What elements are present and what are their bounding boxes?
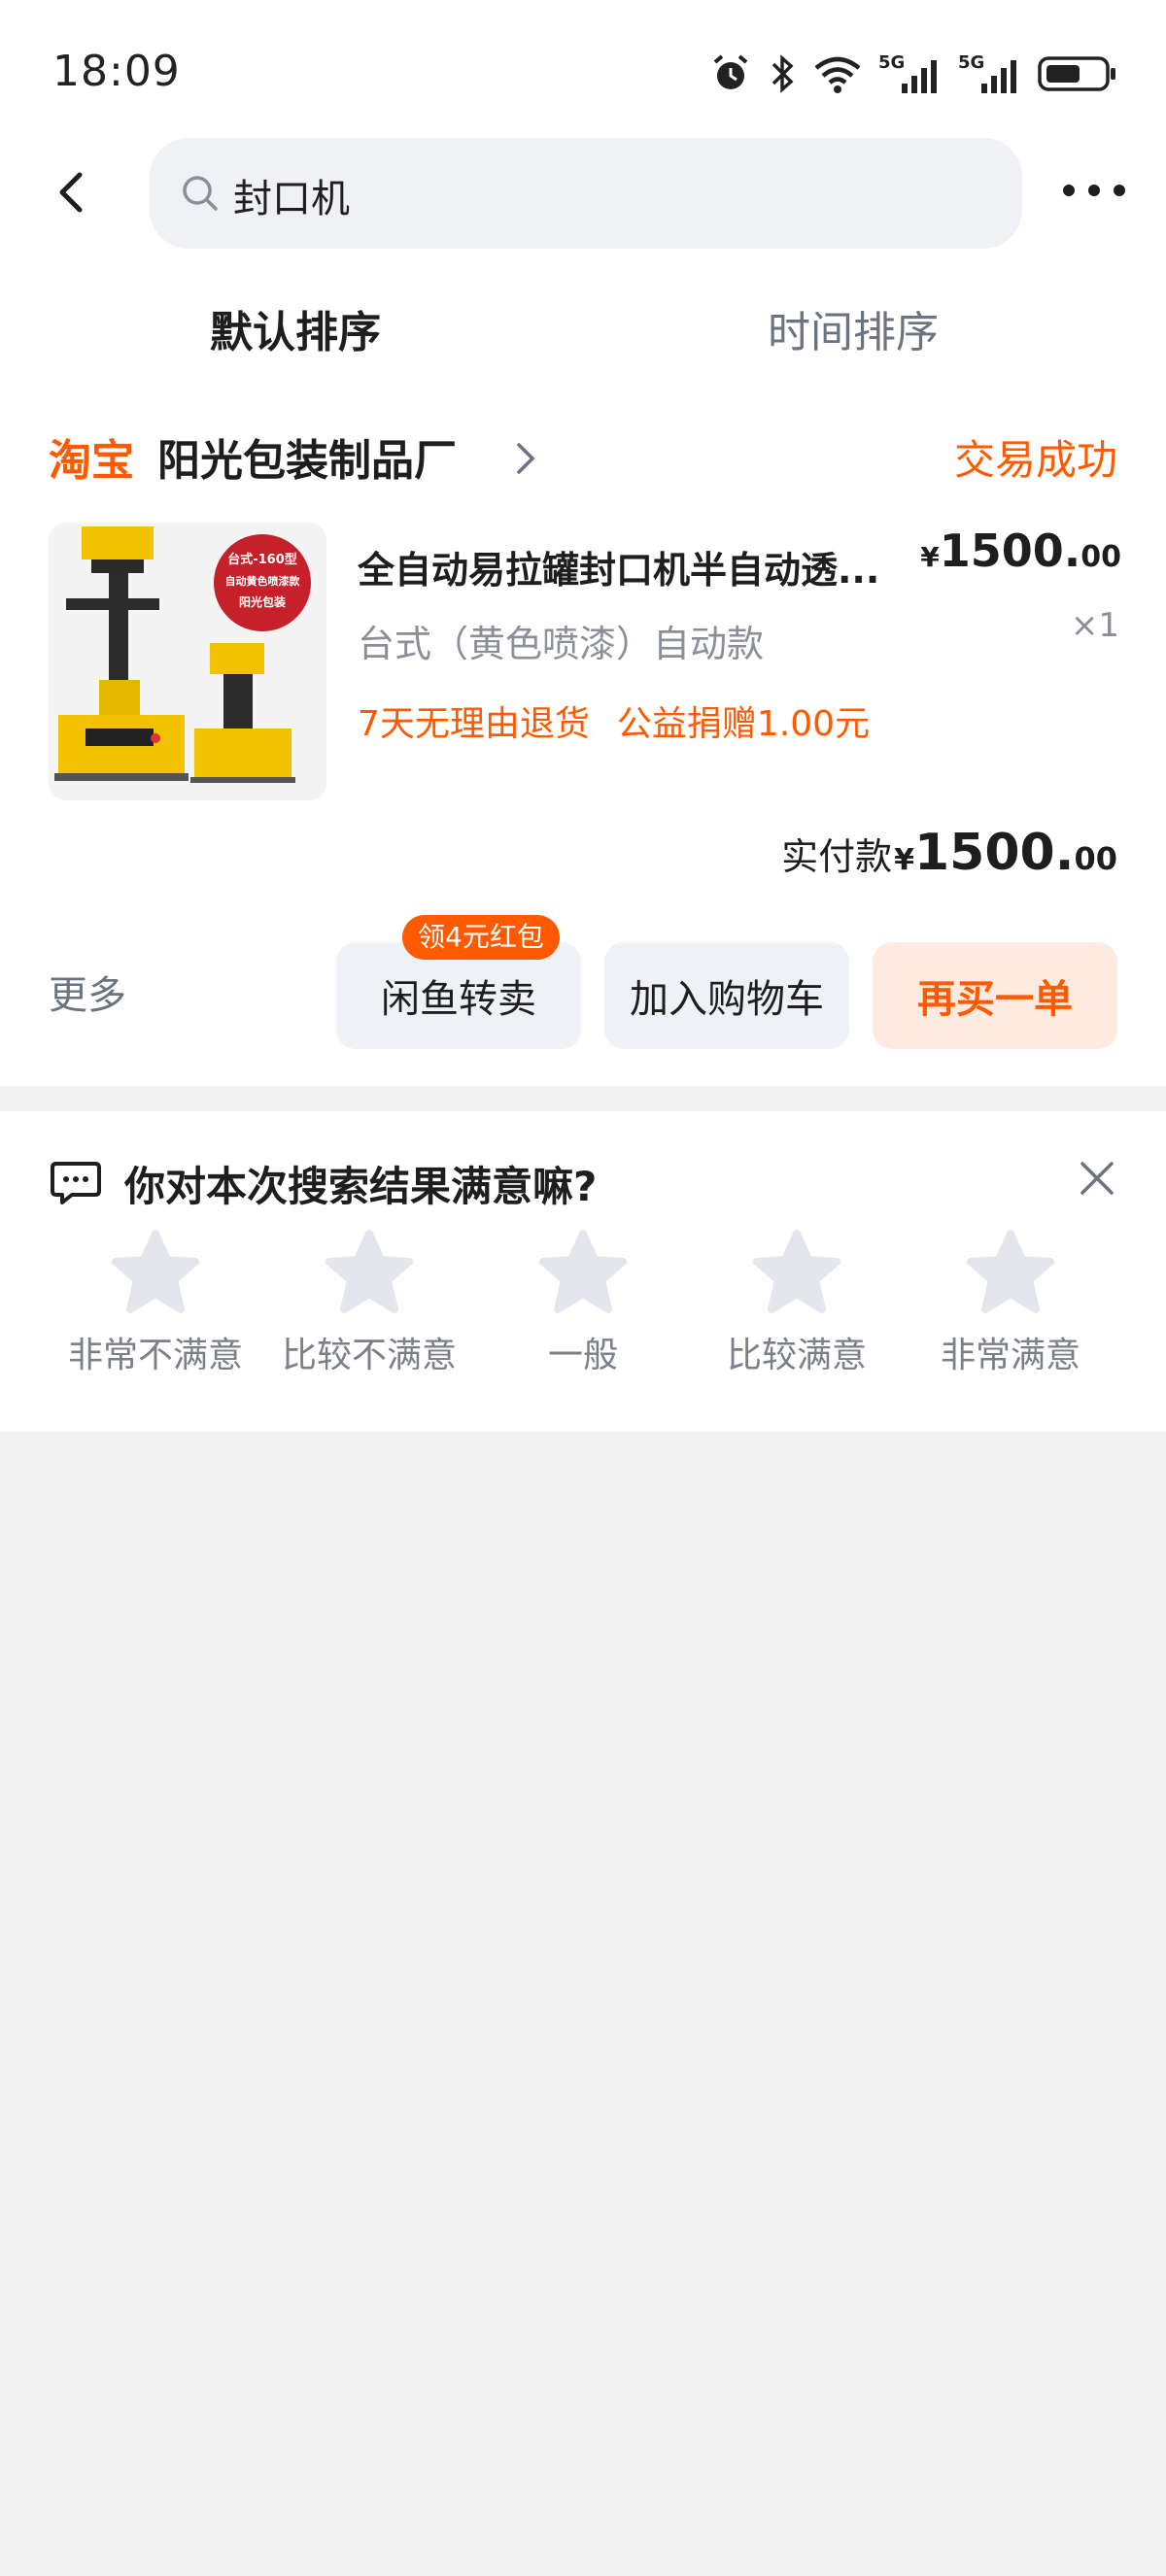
star-icon <box>112 1230 199 1313</box>
image-label-line3: 阳光包装 <box>239 594 286 609</box>
tag-charity-donation: 公益捐赠1.00元 <box>616 704 871 744</box>
shop-name[interactable]: 阳光包装制品厂 <box>157 425 457 488</box>
tab-default-sort[interactable]: 默认排序 <box>210 297 381 359</box>
close-icon[interactable] <box>1075 1156 1119 1201</box>
product-image[interactable]: 台式-160型 自动黄色喷漆款 阳光包装 <box>49 523 326 800</box>
search-bar[interactable]: 封口机 <box>150 138 1022 249</box>
rating-label: 比较满意 <box>726 1336 867 1375</box>
more-options-icon[interactable] <box>1055 165 1133 216</box>
chat-bubble-icon <box>51 1162 101 1204</box>
tag-return-policy: 7天无理由退货 <box>358 704 590 744</box>
status-icons: 5G 5G <box>709 47 1117 101</box>
order-status: 交易成功 <box>953 436 1117 484</box>
shop-header[interactable]: 淘宝 阳光包装制品厂 交易成功 <box>49 425 1117 488</box>
rating-label: 一般 <box>547 1336 618 1375</box>
red-packet-badge: 领4元红包 <box>402 915 560 960</box>
bluetooth-icon <box>772 54 794 93</box>
product-tags: 7天无理由退货 公益捐赠1.00元 <box>358 695 870 746</box>
taobao-badge: 淘宝 <box>49 436 134 486</box>
rating-somewhat-unsatisfied[interactable]: 比较不满意 <box>262 1230 476 1377</box>
rating-label: 非常满意 <box>940 1336 1080 1375</box>
unit-price: ¥1500.00 <box>920 525 1121 577</box>
search-satisfaction-survey: 你对本次搜索结果满意嘛? 非常不满意 比较不满意 一般 比较满意 非常满意 <box>0 1111 1166 1432</box>
more-actions-link[interactable]: 更多 <box>49 964 126 1020</box>
star-icon <box>753 1230 840 1313</box>
status-bar: 18:09 5G 5G <box>0 0 1166 146</box>
add-to-cart-button[interactable]: 加入购物车 <box>604 942 849 1049</box>
price-decimal: 00 <box>1080 540 1121 574</box>
status-time: 18:09 <box>52 47 181 96</box>
star-icon <box>326 1230 413 1313</box>
rating-neutral[interactable]: 一般 <box>476 1230 690 1377</box>
wifi-icon <box>814 56 861 93</box>
price-integer: 1500. <box>939 525 1081 577</box>
survey-title: 你对本次搜索结果满意嘛? <box>124 1163 598 1210</box>
star-icon <box>539 1230 627 1313</box>
paid-amount: 实付款 ¥1500. 00 <box>781 824 1117 882</box>
back-arrow-icon[interactable] <box>47 165 101 220</box>
chevron-right-icon[interactable] <box>513 439 538 478</box>
image-label-line2: 自动黄色喷漆款 <box>225 574 301 588</box>
paid-currency: ¥ <box>894 843 914 877</box>
product-title[interactable]: 全自动易拉罐封口机半自动透... <box>358 540 931 593</box>
search-input[interactable]: 封口机 <box>233 167 350 223</box>
product-quantity: ×1 <box>1070 606 1119 645</box>
rating-somewhat-satisfied[interactable]: 比较满意 <box>690 1230 904 1377</box>
image-label-line1: 台式-160型 <box>227 552 297 567</box>
sealing-machine-illustration: 台式-160型 自动黄色喷漆款 阳光包装 <box>49 523 326 800</box>
price-currency: ¥ <box>920 541 940 573</box>
rating-very-unsatisfied[interactable]: 非常不满意 <box>49 1230 262 1377</box>
paid-label: 实付款 <box>781 835 893 878</box>
search-icon <box>183 176 218 211</box>
paid-integer: 1500. <box>913 824 1075 882</box>
buy-again-button[interactable]: 再买一单 <box>873 942 1117 1049</box>
alarm-icon <box>713 54 748 89</box>
paid-decimal: 00 <box>1074 840 1117 877</box>
rating-label: 非常不满意 <box>67 1336 243 1375</box>
rating-label: 比较不满意 <box>281 1336 457 1375</box>
star-icon <box>967 1230 1054 1313</box>
rating-very-satisfied[interactable]: 非常满意 <box>904 1230 1117 1377</box>
product-variant: 台式（黄色喷漆）自动款 <box>358 623 765 665</box>
battery-icon <box>1038 56 1115 91</box>
tab-time-sort[interactable]: 时间排序 <box>768 297 939 359</box>
signal-icon-2: 5G <box>958 52 1022 95</box>
signal-icon-1: 5G <box>878 52 943 95</box>
